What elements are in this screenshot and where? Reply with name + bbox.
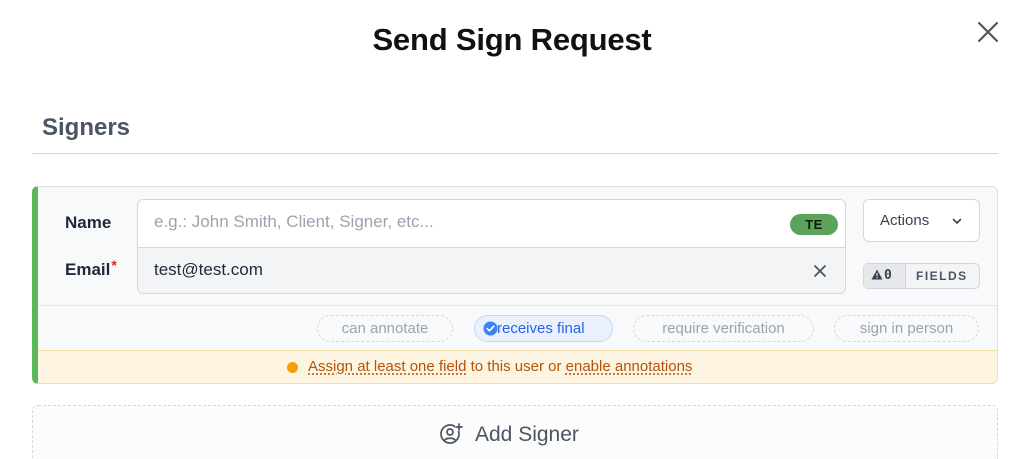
signer-inputs: TE: [137, 199, 846, 294]
warning-middle-text: to this user or: [466, 358, 566, 375]
email-label-text: Email: [65, 260, 111, 279]
initials-badge: TE: [790, 214, 838, 235]
add-signer-label: Add Signer: [475, 423, 579, 446]
email-label: Email*: [65, 257, 117, 280]
clear-email-button[interactable]: [811, 262, 829, 280]
email-input[interactable]: [154, 260, 754, 280]
fields-warning: 0: [864, 264, 906, 288]
modal-title: Send Sign Request: [372, 22, 652, 57]
required-mark: *: [111, 257, 117, 273]
add-user-icon: [440, 423, 463, 444]
warning-bar: Assign at least one field to this user o…: [38, 350, 997, 383]
close-button[interactable]: [974, 18, 1002, 46]
close-icon: [814, 265, 826, 277]
option-require-verification[interactable]: require verification: [633, 315, 814, 342]
actions-dropdown[interactable]: Actions: [863, 199, 980, 242]
fields-warning-count: 0: [884, 268, 892, 283]
option-sign-in-person[interactable]: sign in person: [834, 315, 979, 342]
warning-text: Assign at least one field to this user o…: [308, 358, 692, 375]
fields-button[interactable]: 0 FIELDS: [863, 263, 980, 289]
warning-icon: [871, 269, 883, 280]
close-icon: [977, 21, 999, 43]
section-divider: [32, 153, 998, 154]
signer-card: Name Email* TE Actions: [32, 186, 998, 384]
option-receives-final-label: receives final: [497, 320, 585, 337]
add-signer-button[interactable]: Add Signer: [32, 405, 998, 459]
actions-label: Actions: [880, 212, 930, 229]
signers-section-title: Signers: [42, 114, 131, 141]
check-circle-icon: [483, 321, 498, 336]
fields-label: FIELDS: [916, 269, 968, 283]
option-can-annotate[interactable]: can annotate: [317, 315, 453, 342]
name-label: Name: [65, 213, 112, 232]
assign-field-link[interactable]: Assign at least one field: [308, 358, 466, 375]
options-divider: [38, 305, 997, 306]
email-row: [138, 248, 845, 293]
option-receives-final[interactable]: receives final: [474, 315, 613, 342]
warning-dot-icon: [287, 362, 298, 373]
name-input[interactable]: [154, 212, 774, 232]
name-row: TE: [138, 200, 845, 248]
chevron-down-icon: [952, 218, 962, 224]
enable-annotations-link[interactable]: enable annotations: [566, 358, 693, 375]
